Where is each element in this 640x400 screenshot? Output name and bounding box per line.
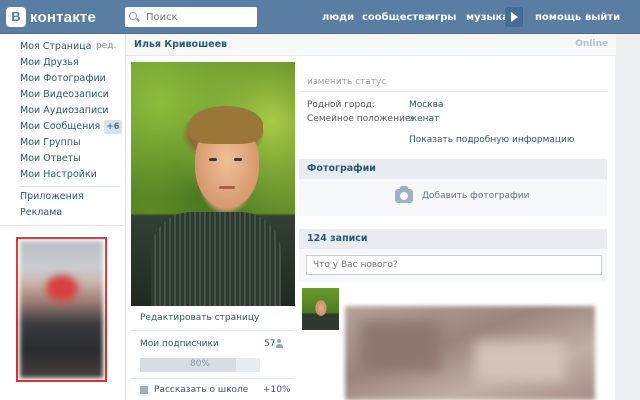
photos-title: Фотографии — [307, 163, 376, 174]
wall-count: 124 записи — [307, 233, 368, 244]
logo-mark: В — [6, 7, 26, 27]
edit-page-label: Редактировать страницу — [140, 313, 260, 323]
divider — [299, 91, 607, 92]
menu-messages[interactable]: Мои Сообщения — [20, 121, 100, 132]
change-status-link[interactable]: изменить статус — [307, 77, 386, 87]
subscribers-icon — [276, 339, 284, 349]
nav-help[interactable]: помощь — [535, 12, 581, 23]
search-input[interactable] — [144, 10, 249, 24]
vk-logo[interactable]: В контакте — [6, 6, 96, 28]
hometown-value[interactable]: Москва — [409, 100, 443, 110]
photo-eye — [209, 158, 217, 161]
nav-people[interactable]: люди — [322, 12, 354, 23]
family-status-value[interactable]: женат — [409, 114, 439, 124]
ad-image — [20, 241, 103, 378]
edit-link[interactable]: ред. — [96, 41, 116, 51]
menu-settings[interactable]: Мои Настройки — [20, 169, 97, 180]
left-menu: Моя Страница ред. Мои Друзья Мои Фотогра… — [0, 34, 125, 400]
photo-hair — [189, 106, 263, 144]
school-icon — [140, 386, 148, 394]
online-status: Online — [575, 39, 608, 49]
photo-eye — [234, 158, 242, 161]
wall-header[interactable]: 124 записи — [299, 229, 607, 249]
menu-my-page[interactable]: Моя Страница — [20, 41, 91, 52]
menu-apps[interactable]: Приложения — [20, 191, 84, 202]
progress-label: 80% — [189, 359, 210, 369]
hometown-label: Родной город: — [307, 100, 375, 110]
nav-communities[interactable]: сообщества — [362, 12, 431, 23]
menu-ads[interactable]: Реклама — [20, 207, 62, 218]
profile-name-bar: Илья Кривошеев Online — [126, 34, 616, 56]
search-icon — [129, 11, 140, 23]
new-post-input[interactable] — [306, 255, 602, 275]
add-photos-link[interactable]: Добавить фотографии — [422, 191, 529, 201]
menu-answers[interactable]: Мои Ответы — [20, 153, 81, 164]
profile-completion-bar: 80% — [140, 358, 260, 372]
menu-videos[interactable]: Мои Видеозаписи — [20, 89, 109, 100]
post-image[interactable] — [345, 306, 595, 400]
play-icon[interactable] — [505, 7, 523, 27]
photos-section-header[interactable]: Фотографии — [299, 159, 607, 179]
subscribers-link[interactable]: Мои подписчики — [140, 339, 219, 349]
search-box[interactable] — [125, 7, 257, 27]
subscribers-count[interactable]: 57 — [264, 339, 275, 349]
photo-shirt — [151, 212, 281, 306]
nav-music[interactable]: музыка — [466, 12, 509, 23]
menu-divider — [0, 225, 125, 226]
nav-logout[interactable]: выйти — [585, 12, 620, 23]
school-bonus: +10% — [263, 385, 291, 395]
photo-mouth — [219, 186, 235, 189]
menu-audio[interactable]: Мои Аудиозаписи — [20, 105, 109, 116]
divider — [131, 330, 295, 331]
school-link[interactable]: Рассказать о школе — [154, 385, 248, 395]
profile-main: Илья Кривошеев Online Редактировать стра… — [125, 34, 616, 400]
divider — [131, 378, 295, 379]
edit-page-button[interactable]: Редактировать страницу — [131, 310, 295, 328]
ad-banner[interactable] — [16, 237, 107, 382]
profile-photo[interactable] — [131, 62, 295, 306]
menu-photos[interactable]: Мои Фотографии — [20, 73, 106, 84]
wall-composer — [299, 249, 607, 282]
logo-text: контакте — [30, 8, 97, 26]
menu-divider — [20, 186, 120, 187]
menu-groups[interactable]: Мои Группы — [20, 137, 81, 148]
post-author-avatar[interactable] — [302, 288, 339, 330]
nav-games[interactable]: игры — [428, 12, 456, 23]
menu-friends[interactable]: Мои Друзья — [20, 57, 79, 68]
messages-badge[interactable]: +6 — [104, 120, 122, 134]
top-header: В контакте люди сообщества игры музыка п… — [0, 0, 640, 34]
profile-name: Илья Кривошеев — [134, 39, 228, 50]
photos-section: Добавить фотографии — [299, 179, 607, 216]
show-more-info-link[interactable]: Показать подробную информацию — [409, 135, 574, 145]
camera-icon[interactable] — [395, 186, 413, 203]
family-status-label: Семейное положение: — [307, 114, 414, 124]
ad-image-detail — [46, 275, 78, 301]
